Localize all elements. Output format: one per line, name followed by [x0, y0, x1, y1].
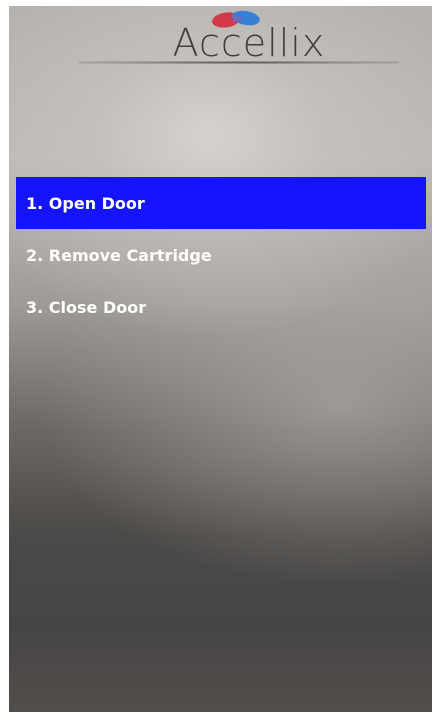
menu-item-open-door[interactable]: 1. Open Door [16, 177, 426, 229]
brand-logo: Accellix [9, 6, 432, 76]
menu-item-close-door[interactable]: 3. Close Door [16, 281, 426, 333]
steps-menu: 1. Open Door 2. Remove Cartridge 3. Clos… [16, 177, 426, 333]
menu-item-remove-cartridge[interactable]: 2. Remove Cartridge [16, 229, 426, 281]
brand-name: Accellix [172, 21, 326, 65]
device-screen: Accellix 1. Open Door 2. Remove Cartridg… [9, 6, 432, 712]
logo-underline [79, 61, 399, 64]
